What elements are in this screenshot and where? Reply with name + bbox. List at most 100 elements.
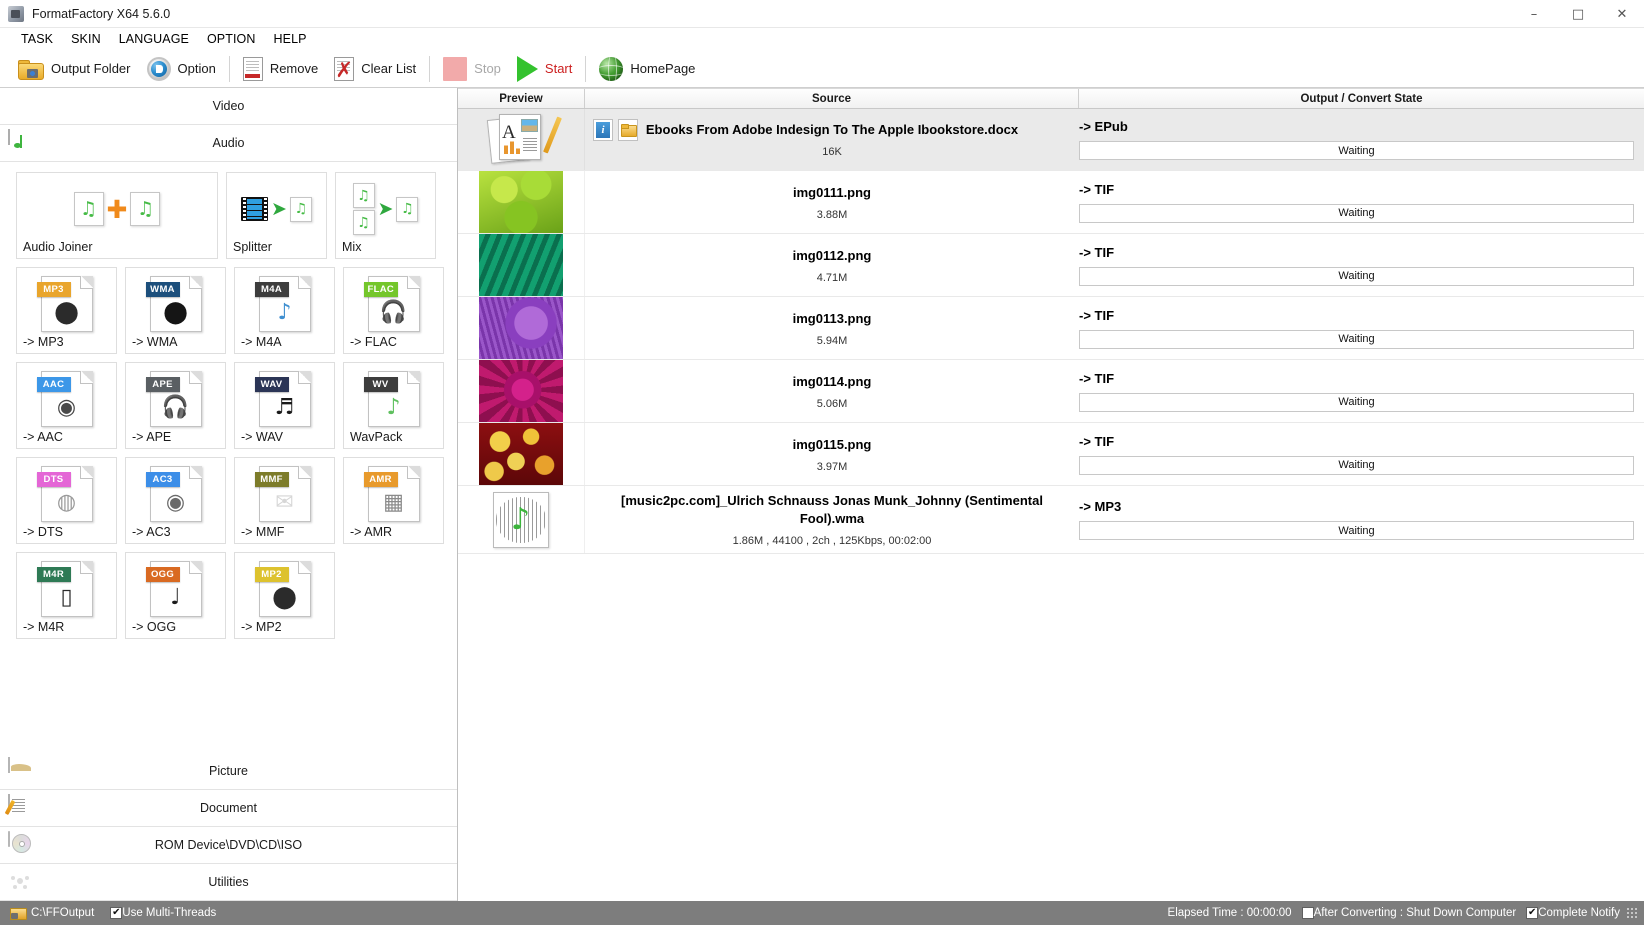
format-tile-mmf[interactable]: MMF ✉ -> MMF bbox=[234, 457, 335, 544]
remove-button[interactable]: Remove bbox=[235, 52, 326, 86]
clear-list-button[interactable]: ✗ Clear List bbox=[326, 52, 424, 86]
preview-cell: ♪ bbox=[458, 486, 585, 553]
sidebar-item-utilities[interactable]: Utilities bbox=[0, 864, 457, 901]
sidebar-label-document: Document bbox=[200, 801, 257, 815]
tool-tile-splitter[interactable]: ➤ Splitter bbox=[226, 172, 327, 259]
column-header-preview[interactable]: Preview bbox=[458, 89, 585, 108]
output-folder-icon[interactable] bbox=[10, 907, 27, 920]
format-tile-aac[interactable]: AAC ◉ -> AAC bbox=[16, 362, 117, 449]
sidebar-item-document[interactable]: Document bbox=[0, 790, 457, 827]
table-row[interactable]: img0111.png 3.88M -> TIF Waiting bbox=[458, 171, 1644, 234]
menu-task[interactable]: TASK bbox=[12, 30, 62, 48]
format-glyph: ⬤ bbox=[272, 585, 297, 610]
table-row[interactable]: ♪ [music2pc.com]_Ulrich Schnauss Jonas Mu… bbox=[458, 486, 1644, 554]
format-tile-wv[interactable]: WV ♪ WavPack bbox=[343, 362, 444, 449]
format-tile-wma[interactable]: WMA ⬤ -> WMA bbox=[125, 267, 226, 354]
format-badge: WMA bbox=[145, 282, 180, 297]
format-tile-wav[interactable]: WAV ♬ -> WAV bbox=[234, 362, 335, 449]
column-header-source[interactable]: Source bbox=[585, 89, 1079, 108]
sidebar-item-rom-device[interactable]: ROM Device\DVD\CD\ISO bbox=[0, 827, 457, 864]
sidebar-item-video[interactable]: Video bbox=[0, 88, 457, 125]
option-button[interactable]: Option bbox=[139, 52, 224, 86]
convert-state-bar: Waiting bbox=[1079, 266, 1634, 286]
remove-label: Remove bbox=[269, 61, 319, 76]
source-file-name: img0112.png bbox=[792, 247, 872, 263]
resize-grip-icon[interactable] bbox=[1626, 907, 1638, 919]
minimize-button[interactable]: – bbox=[1512, 0, 1556, 28]
table-row[interactable]: img0113.png 5.94M -> TIF Waiting bbox=[458, 297, 1644, 360]
start-label: Start bbox=[544, 61, 573, 76]
output-format-label: -> MP3 bbox=[1079, 499, 1122, 514]
stop-label: Stop bbox=[474, 61, 501, 76]
source-file-meta: 1.86M , 44100 , 2ch , 125Kbps, 00:02:00 bbox=[732, 535, 932, 547]
multithreads-checkbox[interactable]: ✔ bbox=[110, 907, 123, 919]
format-tile-m4a[interactable]: M4A ♪ -> M4A bbox=[234, 267, 335, 354]
menu-help[interactable]: HELP bbox=[265, 30, 316, 48]
sidebar-label-video: Video bbox=[212, 99, 245, 113]
format-tile-label: -> M4R bbox=[23, 620, 65, 634]
stop-button[interactable]: Stop bbox=[435, 52, 509, 86]
list-body[interactable]: Ai Ebooks From Adobe Indesign To The Appl… bbox=[458, 109, 1644, 901]
row-info-button[interactable]: i bbox=[593, 119, 613, 141]
source-file-meta: 5.06M bbox=[816, 397, 848, 410]
complete-notify-label: Complete Notify bbox=[1538, 907, 1620, 919]
format-glyph: 🎧 bbox=[161, 395, 190, 420]
output-cell: -> TIF Waiting bbox=[1079, 360, 1644, 422]
maximize-button[interactable]: □ bbox=[1556, 0, 1600, 28]
preview-cell bbox=[458, 297, 585, 359]
format-glyph: ♩ bbox=[170, 585, 181, 610]
table-row[interactable]: img0115.png 3.97M -> TIF Waiting bbox=[458, 423, 1644, 486]
close-button[interactable]: ✕ bbox=[1600, 0, 1644, 28]
shutdown-checkbox[interactable] bbox=[1301, 907, 1314, 919]
sidebar-item-audio[interactable]: Audio bbox=[0, 125, 457, 162]
table-row[interactable]: img0112.png 4.71M -> TIF Waiting bbox=[458, 234, 1644, 297]
format-tile-m4r[interactable]: M4R ▯ -> M4R bbox=[16, 552, 117, 639]
source-file-meta: 5.94M bbox=[816, 334, 848, 347]
globe-icon bbox=[599, 56, 624, 81]
menu-skin[interactable]: SKIN bbox=[62, 30, 110, 48]
table-row[interactable]: Ai Ebooks From Adobe Indesign To The Appl… bbox=[458, 109, 1644, 171]
format-tile-label: -> MP3 bbox=[23, 335, 64, 349]
format-tile-dts[interactable]: DTS ◍ -> DTS bbox=[16, 457, 117, 544]
format-file-icon: WV ♪ bbox=[350, 368, 437, 430]
format-tile-mp3[interactable]: MP3 ⬤ -> MP3 bbox=[16, 267, 117, 354]
format-glyph: ◉ bbox=[165, 490, 186, 515]
title-bar: FormatFactory X64 5.6.0 – □ ✕ bbox=[0, 0, 1644, 28]
row-open-folder-button[interactable] bbox=[618, 119, 638, 141]
output-folder-button[interactable]: Output Folder bbox=[10, 52, 139, 86]
image-thumbnail bbox=[479, 360, 563, 422]
output-cell: -> TIF Waiting bbox=[1079, 234, 1644, 296]
multithreads-label: Use Multi-Threads bbox=[122, 907, 217, 919]
format-tile-flac[interactable]: FLAC 🎧 -> FLAC bbox=[343, 267, 444, 354]
format-file-icon: OGG ♩ bbox=[132, 558, 219, 620]
format-tile-ac3[interactable]: AC3 ◉ -> AC3 bbox=[125, 457, 226, 544]
tool-tile-mix[interactable]: ➤ Mix bbox=[335, 172, 436, 259]
format-tile-ogg[interactable]: OGG ♩ -> OGG bbox=[125, 552, 226, 639]
format-tile-mp2[interactable]: MP2 ⬤ -> MP2 bbox=[234, 552, 335, 639]
format-badge: MP3 bbox=[36, 282, 71, 297]
format-file-icon: AMR ▦ bbox=[350, 463, 437, 525]
format-badge: WAV bbox=[254, 377, 289, 392]
homepage-button[interactable]: HomePage bbox=[591, 52, 703, 86]
source-cell: img0114.png 5.06M bbox=[585, 360, 1079, 422]
format-tile-amr[interactable]: AMR ▦ -> AMR bbox=[343, 457, 444, 544]
column-header-output[interactable]: Output / Convert State bbox=[1079, 89, 1644, 108]
complete-notify-checkbox[interactable]: ✔ bbox=[1526, 907, 1539, 919]
format-tile-ape[interactable]: APE 🎧 -> APE bbox=[125, 362, 226, 449]
sidebar-item-picture[interactable]: Picture bbox=[0, 753, 457, 790]
format-glyph: ♪ bbox=[386, 395, 401, 420]
menu-language[interactable]: LANGUAGE bbox=[110, 30, 198, 48]
info-icon: i bbox=[596, 122, 610, 138]
start-button[interactable]: Start bbox=[509, 52, 580, 86]
app-body: Video Audio ✚ Audio Joiner bbox=[0, 88, 1644, 901]
format-file-icon: APE 🎧 bbox=[132, 368, 219, 430]
output-path-label[interactable]: C:\FFOutput bbox=[31, 907, 94, 919]
reel-icon bbox=[8, 869, 36, 895]
image-thumbnail bbox=[479, 171, 563, 233]
table-row[interactable]: img0114.png 5.06M -> TIF Waiting bbox=[458, 360, 1644, 423]
toolbar: Output Folder Option Remove ✗ Clear List… bbox=[0, 50, 1644, 88]
format-tile-label: -> FLAC bbox=[350, 335, 397, 349]
row-action-buttons: i bbox=[593, 119, 638, 141]
tool-tile-audio-joiner[interactable]: ✚ Audio Joiner bbox=[16, 172, 218, 259]
menu-option[interactable]: OPTION bbox=[198, 30, 265, 48]
